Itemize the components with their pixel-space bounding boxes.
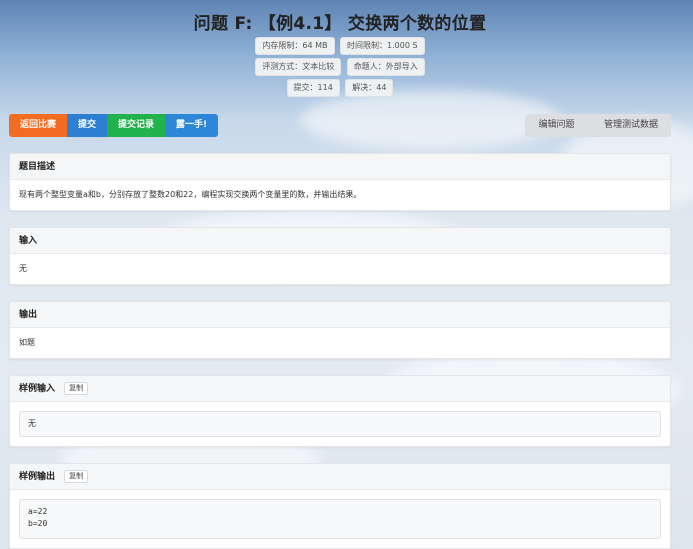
submit-count-badge: 提交：114 xyxy=(286,79,340,97)
output-card: 输出 如题 xyxy=(9,301,671,359)
solved-count-badge: 解决：44 xyxy=(345,79,394,97)
edit-problem-button[interactable]: 编辑问题 xyxy=(525,114,587,137)
description-text: 现有两个整型变量a和b，分别存放了整数20和22，编程实现交换两个变量里的数，并… xyxy=(19,190,362,199)
sample-input-title: 样例输入 xyxy=(19,384,56,394)
manage-testdata-button[interactable]: 管理测试数据 xyxy=(591,114,671,137)
main-container: 问题 F: 【例4.1】 交换两个数的位置 内存限制：64 MB 时间限制：1.… xyxy=(9,0,671,549)
author-badge: 命题人：外部导入 xyxy=(346,58,425,76)
back-to-contest-button[interactable]: 返回比赛 xyxy=(9,114,68,137)
copy-sample-output-button[interactable]: 复制 xyxy=(64,470,89,483)
output-text: 如题 xyxy=(19,338,35,347)
problem-info: 内存限制：64 MB 时间限制：1.000 S 评测方式：文本比较 命题人：外部… xyxy=(9,37,671,98)
time-limit-badge: 时间限制：1.000 S xyxy=(340,37,425,55)
page-title: 问题 F: 【例4.1】 交换两个数的位置 xyxy=(193,14,487,34)
submission-records-button[interactable]: 提交记录 xyxy=(107,114,166,137)
input-text: 无 xyxy=(19,264,27,273)
input-card: 输入 无 xyxy=(9,227,671,285)
sample-output-card: 样例输出 复制 a=22 b=20 xyxy=(9,463,671,549)
submit-button[interactable]: 提交 xyxy=(67,114,108,137)
sample-input-code: 无 xyxy=(19,411,661,437)
action-bar: 返回比赛 提交 提交记录 露一手! 编辑问题 管理测试数据 xyxy=(9,114,671,137)
description-heading: 题目描述 xyxy=(10,154,670,180)
output-heading: 输出 xyxy=(10,302,670,328)
memory-limit-badge: 内存限制：64 MB xyxy=(255,37,335,55)
sample-input-heading: 样例输入 复制 xyxy=(10,376,670,402)
sample-output-heading: 样例输出 复制 xyxy=(10,464,670,490)
sample-output-code: a=22 b=20 xyxy=(19,499,661,539)
admin-button-group: 编辑问题 管理测试数据 xyxy=(525,114,671,137)
input-heading: 输入 xyxy=(10,228,670,254)
sample-output-title: 样例输出 xyxy=(19,472,56,482)
judge-mode-badge: 评测方式：文本比较 xyxy=(255,58,342,76)
description-card: 题目描述 现有两个整型变量a和b，分别存放了整数20和22，编程实现交换两个变量… xyxy=(9,153,671,211)
copy-sample-input-button[interactable]: 复制 xyxy=(64,382,89,395)
show-off-button[interactable]: 露一手! xyxy=(165,114,219,137)
sample-input-card: 样例输入 复制 无 xyxy=(9,375,671,447)
